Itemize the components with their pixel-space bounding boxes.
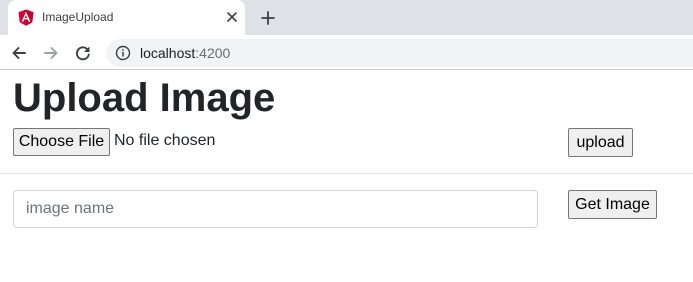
reload-icon[interactable] [73,43,93,63]
choose-file-button[interactable]: Choose File [13,128,110,156]
info-icon[interactable] [115,45,131,61]
file-status-text: No file chosen [114,132,216,149]
get-image-button[interactable]: Get Image [568,190,657,219]
url-port: :4200 [195,45,231,61]
upload-button[interactable]: upload [568,128,633,157]
page-content: Upload Image Choose File No file chosen … [0,71,693,282]
divider [0,173,693,174]
image-name-input[interactable] [13,190,538,228]
browser-tab[interactable]: ImageUpload [8,0,245,35]
arrow-right-icon[interactable] [41,43,61,63]
arrow-left-icon[interactable] [9,43,29,63]
url-text: localhost:4200 [140,45,230,61]
browser-tab-strip: ImageUpload [0,0,693,35]
address-bar[interactable]: localhost:4200 [106,39,693,67]
plus-icon[interactable] [258,8,278,28]
browser-toolbar: localhost:4200 [0,35,693,70]
page-title: Upload Image [13,76,276,120]
close-icon[interactable] [223,8,241,26]
url-host: localhost [140,45,196,61]
tab-title: ImageUpload [42,10,114,24]
angular-icon [18,9,34,26]
